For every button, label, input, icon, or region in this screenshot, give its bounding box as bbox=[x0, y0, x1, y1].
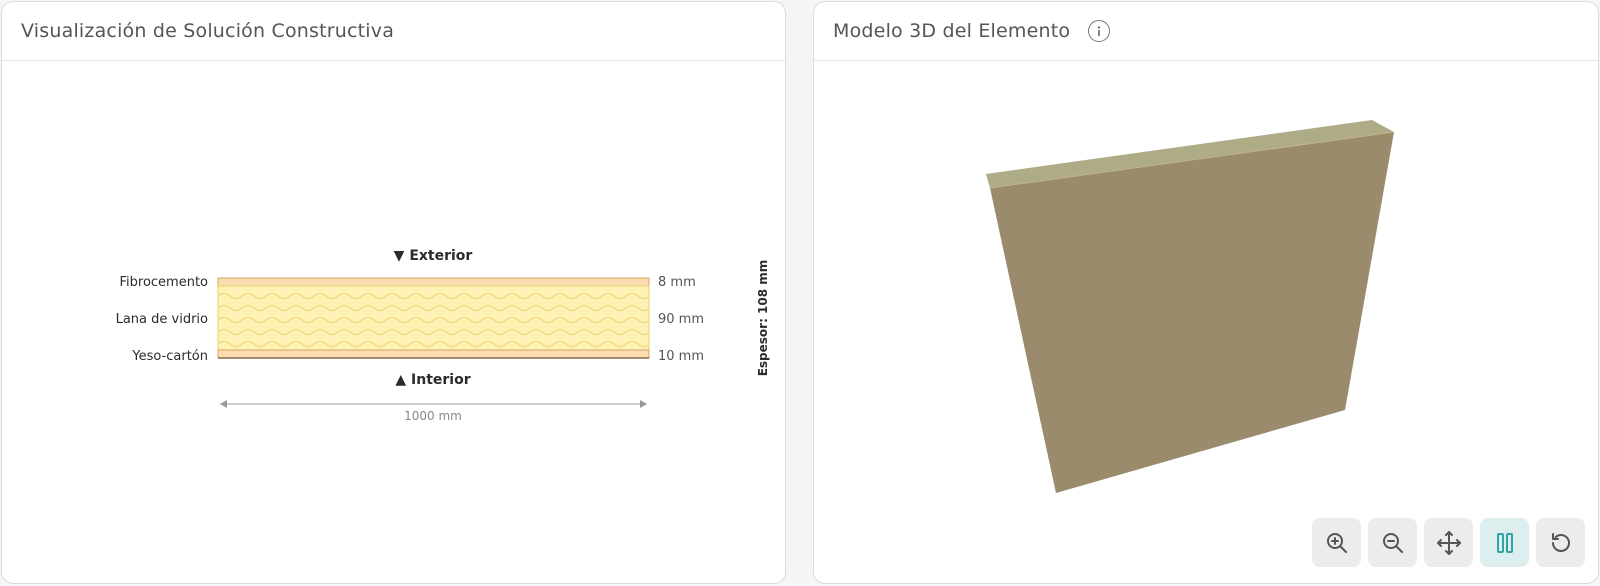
width-label: 1000 mm bbox=[404, 409, 462, 423]
layer-name: Fibrocemento bbox=[119, 275, 208, 290]
panel-header: Visualización de Solución Constructiva bbox=[2, 2, 785, 61]
layer-name: Lana de vidrio bbox=[116, 312, 208, 327]
info-icon[interactable] bbox=[1088, 20, 1111, 42]
reset-icon bbox=[1551, 532, 1570, 552]
zoom-in-icon bbox=[1326, 532, 1347, 553]
move-icon bbox=[1436, 530, 1461, 555]
layer-yeso-carton bbox=[217, 349, 650, 359]
layer-thickness: 90 mm bbox=[658, 312, 704, 327]
pause-icon bbox=[1496, 532, 1513, 553]
dimension-arrow-right bbox=[640, 400, 647, 408]
section-diagram: ▼ Exterior Fibrocemento Lana de vidrio Y… bbox=[116, 248, 770, 423]
wall-front-face bbox=[990, 132, 1394, 493]
viewer-toolbar bbox=[1312, 518, 1585, 567]
layer-thickness: 8 mm bbox=[658, 275, 696, 290]
reset-view-button[interactable] bbox=[1536, 518, 1585, 567]
total-thickness-label: Espesor: 108 mm bbox=[756, 260, 770, 377]
interior-label: ▲ Interior bbox=[395, 372, 470, 388]
exterior-label: ▼ Exterior bbox=[394, 248, 473, 264]
panel-title: Modelo 3D del Elemento bbox=[833, 20, 1071, 42]
zoom-in-button[interactable] bbox=[1312, 518, 1361, 567]
3d-model-panel: Modelo 3D del Elemento bbox=[813, 1, 1599, 584]
panel-header: Modelo 3D del Elemento bbox=[814, 2, 1598, 61]
layer-thickness: 10 mm bbox=[658, 349, 704, 364]
3d-viewport[interactable] bbox=[814, 62, 1599, 584]
panel-title: Visualización de Solución Constructiva bbox=[21, 20, 395, 42]
construction-solution-panel: Visualización de Solución Constructiva ▼… bbox=[1, 1, 786, 584]
zoom-out-button[interactable] bbox=[1368, 518, 1417, 567]
pan-button[interactable] bbox=[1424, 518, 1473, 567]
insulation-pattern bbox=[219, 287, 648, 349]
layer-name: Yeso-cartón bbox=[131, 349, 208, 364]
dimension-arrow-left bbox=[220, 400, 227, 408]
zoom-out-icon bbox=[1382, 532, 1403, 553]
layer-fibrocemento bbox=[217, 277, 650, 287]
pause-rotation-button[interactable] bbox=[1480, 518, 1529, 567]
